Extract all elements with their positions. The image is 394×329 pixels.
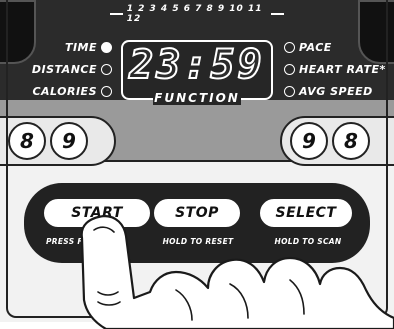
- indicator-avg-speed[interactable]: AVG SPEED: [284, 85, 373, 98]
- led-indicator-icon: [101, 86, 112, 97]
- corner-dial-right: [358, 0, 394, 64]
- indicator-pace[interactable]: PACE: [284, 41, 332, 54]
- button-panel: START STOP SELECT PRESS F… ART HOLD TO R…: [24, 183, 370, 263]
- key-9-left[interactable]: 9: [50, 122, 88, 160]
- led-indicator-icon: [284, 64, 295, 75]
- led-indicator-icon: [101, 64, 112, 75]
- indicator-label: PACE: [299, 41, 332, 54]
- indicator-label: AVG SPEED: [299, 85, 373, 98]
- indicator-distance[interactable]: DISTANCE: [32, 63, 112, 76]
- key-8-right[interactable]: 8: [332, 122, 370, 160]
- key-8-left[interactable]: 8: [8, 122, 46, 160]
- start-caption: PRESS F… ART: [46, 237, 111, 246]
- scale-numbers: 1 2 3 4 5 6 7 8 9 10 11 12: [106, 4, 288, 24]
- start-button[interactable]: START: [42, 197, 152, 229]
- select-button[interactable]: SELECT: [258, 197, 354, 229]
- corner-dial-left: [0, 0, 36, 64]
- indicator-label: DISTANCE: [31, 63, 97, 76]
- key-group-right: 9 8: [280, 116, 394, 166]
- indicator-label: TIME: [64, 41, 97, 54]
- indicator-label: HEART RATE*: [299, 63, 386, 76]
- stop-caption: HOLD TO RESET: [162, 237, 234, 246]
- lcd-display: 23:59 FUNCTION: [121, 40, 273, 105]
- stop-button[interactable]: STOP: [152, 197, 242, 229]
- led-indicator-icon: [284, 86, 295, 97]
- led-indicator-icon: [101, 42, 112, 53]
- indicator-calories[interactable]: CALORIES: [32, 85, 112, 98]
- led-indicator-icon: [284, 42, 295, 53]
- display-digits: 23:59: [128, 41, 265, 89]
- select-caption: HOLD TO SCAN: [274, 237, 342, 246]
- function-label: FUNCTION: [153, 91, 241, 105]
- indicator-label: CALORIES: [32, 85, 97, 98]
- key-9-right[interactable]: 9: [290, 122, 328, 160]
- indicator-heart-rate[interactable]: HEART RATE*: [284, 63, 386, 76]
- indicator-time[interactable]: TIME: [65, 41, 112, 54]
- key-group-left: 8 9: [0, 116, 116, 166]
